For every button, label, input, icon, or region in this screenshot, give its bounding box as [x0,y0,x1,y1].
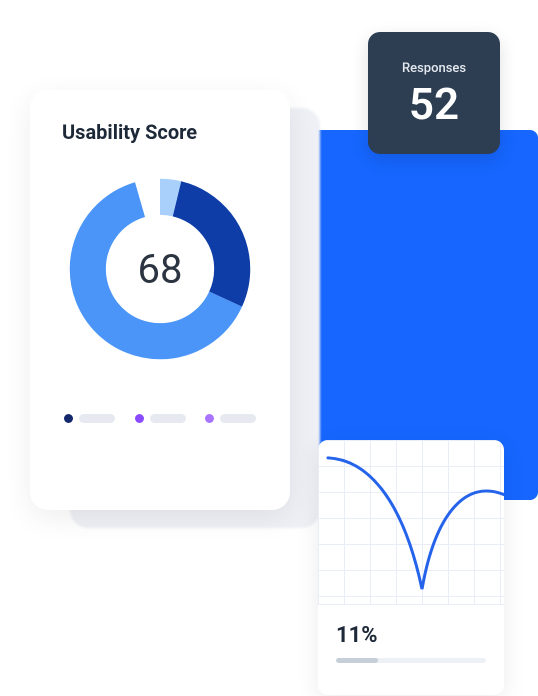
legend-bar-placeholder [220,414,256,423]
responses-label: Responses [402,61,466,76]
trend-card: 11% [318,440,504,695]
responses-value: 52 [409,82,459,126]
usability-score-value: 68 [138,246,183,293]
trend-chart-grid [318,440,504,605]
usability-score-card: Usability Score 68 [30,90,290,510]
donut-chart: 68 [65,174,255,364]
trend-progress-fill [336,658,378,663]
legend-bar-placeholder [150,414,186,423]
legend-dot-icon [205,414,214,423]
responses-card: Responses 52 [368,32,500,154]
trend-progress-bg [336,658,486,663]
trend-value: 11% [336,623,486,648]
trend-line-chart [318,440,504,604]
legend-dot-icon [64,414,73,423]
legend-row [54,414,266,423]
legend-item [64,414,115,423]
usability-title: Usability Score [54,120,266,144]
trend-footer: 11% [318,605,504,673]
legend-dot-icon [135,414,144,423]
legend-bar-placeholder [79,414,115,423]
legend-item [205,414,256,423]
legend-item [135,414,186,423]
